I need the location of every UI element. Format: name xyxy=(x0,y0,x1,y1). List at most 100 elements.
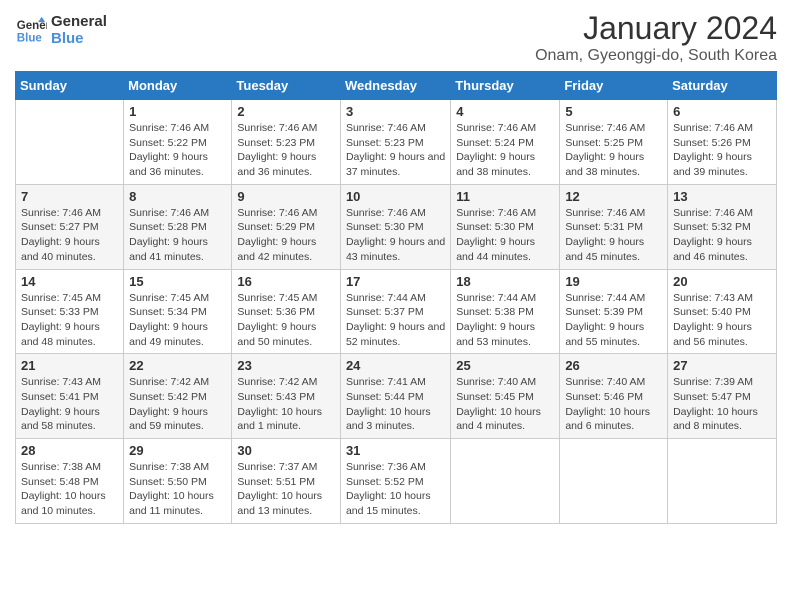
day-info: Sunrise: 7:46 AMSunset: 5:26 PMDaylight:… xyxy=(673,121,771,180)
day-number: 13 xyxy=(673,189,771,204)
page-title: January 2024 xyxy=(535,10,777,47)
calendar-cell xyxy=(16,100,124,185)
day-number: 9 xyxy=(237,189,335,204)
week-row-3: 14Sunrise: 7:45 AMSunset: 5:33 PMDayligh… xyxy=(16,269,777,354)
day-number: 6 xyxy=(673,104,771,119)
day-number: 28 xyxy=(21,443,118,458)
calendar-cell: 26Sunrise: 7:40 AMSunset: 5:46 PMDayligh… xyxy=(560,354,668,439)
day-info: Sunrise: 7:46 AMSunset: 5:25 PMDaylight:… xyxy=(565,121,662,180)
day-number: 7 xyxy=(21,189,118,204)
calendar-cell: 16 Sunrise: 7:45 AMSunset: 5:36 PMDayligh… xyxy=(232,269,341,354)
day-number: 15 xyxy=(129,274,226,289)
calendar-cell: 28 Sunrise: 7:38 AMSunset: 5:48 PMDayligh… xyxy=(16,439,124,524)
day-info: Sunrise: 7:42 AMSunset: 5:42 PMDaylight:… xyxy=(129,375,226,434)
day-number: 10 xyxy=(346,189,445,204)
calendar-cell: 29Sunrise: 7:38 AMSunset: 5:50 PMDayligh… xyxy=(124,439,232,524)
calendar-cell: 22 Sunrise: 7:42 AMSunset: 5:42 PMDayligh… xyxy=(124,354,232,439)
calendar-cell: 5Sunrise: 7:46 AMSunset: 5:25 PMDaylight… xyxy=(560,100,668,185)
calendar-cell: 25 Sunrise: 7:40 AMSunset: 5:45 PMDayligh… xyxy=(451,354,560,439)
calendar-cell: 6 Sunrise: 7:46 AMSunset: 5:26 PMDaylight… xyxy=(668,100,777,185)
day-info: Sunrise: 7:46 AMSunset: 5:32 PMDaylight:… xyxy=(673,206,771,265)
calendar-table: SundayMondayTuesdayWednesdayThursdayFrid… xyxy=(15,71,777,524)
day-info: Sunrise: 7:46 AMSunset: 5:28 PMDaylight:… xyxy=(129,206,226,265)
day-number: 20 xyxy=(673,274,771,289)
calendar-cell: 13 Sunrise: 7:46 AMSunset: 5:32 PMDayligh… xyxy=(668,184,777,269)
calendar-cell xyxy=(668,439,777,524)
day-info: Sunrise: 7:40 AMSunset: 5:45 PMDaylight:… xyxy=(456,375,554,434)
day-number: 24 xyxy=(346,358,445,373)
weekday-header-saturday: Saturday xyxy=(668,72,777,100)
day-info: Sunrise: 7:46 AMSunset: 5:23 PMDaylight:… xyxy=(237,121,335,180)
day-number: 18 xyxy=(456,274,554,289)
weekday-header-row: SundayMondayTuesdayWednesdayThursdayFrid… xyxy=(16,72,777,100)
page-subtitle: Onam, Gyeonggi-do, South Korea xyxy=(535,47,777,65)
weekday-header-monday: Monday xyxy=(124,72,232,100)
day-info: Sunrise: 7:37 AMSunset: 5:51 PMDaylight:… xyxy=(237,460,335,519)
day-number: 19 xyxy=(565,274,662,289)
day-number: 3 xyxy=(346,104,445,119)
calendar-cell: 2 Sunrise: 7:46 AMSunset: 5:23 PMDaylight… xyxy=(232,100,341,185)
logo-text-general: General xyxy=(51,14,107,31)
day-info: Sunrise: 7:38 AMSunset: 5:48 PMDaylight:… xyxy=(21,460,118,519)
day-number: 1 xyxy=(129,104,226,119)
calendar-cell: 30Sunrise: 7:37 AMSunset: 5:51 PMDayligh… xyxy=(232,439,341,524)
day-info: Sunrise: 7:46 AMSunset: 5:30 PMDaylight:… xyxy=(456,206,554,265)
day-number: 12 xyxy=(565,189,662,204)
day-number: 31 xyxy=(346,443,445,458)
week-row-1: 1Sunrise: 7:46 AMSunset: 5:22 PMDaylight… xyxy=(16,100,777,185)
day-info: Sunrise: 7:40 AMSunset: 5:46 PMDaylight:… xyxy=(565,375,662,434)
day-info: Sunrise: 7:44 AMSunset: 5:37 PMDaylight:… xyxy=(346,291,445,350)
week-row-2: 7 Sunrise: 7:46 AMSunset: 5:27 PMDaylight… xyxy=(16,184,777,269)
calendar-cell: 8 Sunrise: 7:46 AMSunset: 5:28 PMDaylight… xyxy=(124,184,232,269)
day-number: 27 xyxy=(673,358,771,373)
week-row-5: 28 Sunrise: 7:38 AMSunset: 5:48 PMDayligh… xyxy=(16,439,777,524)
calendar-cell: 21 Sunrise: 7:43 AMSunset: 5:41 PMDayligh… xyxy=(16,354,124,439)
day-info: Sunrise: 7:44 AMSunset: 5:39 PMDaylight:… xyxy=(565,291,662,350)
calendar-cell: 3Sunrise: 7:46 AMSunset: 5:23 PMDaylight… xyxy=(340,100,450,185)
day-info: Sunrise: 7:46 AMSunset: 5:30 PMDaylight:… xyxy=(346,206,445,265)
weekday-header-friday: Friday xyxy=(560,72,668,100)
calendar-cell: 27Sunrise: 7:39 AMSunset: 5:47 PMDayligh… xyxy=(668,354,777,439)
calendar-cell: 23 Sunrise: 7:42 AMSunset: 5:43 PMDayligh… xyxy=(232,354,341,439)
calendar-cell xyxy=(560,439,668,524)
day-number: 16 xyxy=(237,274,335,289)
day-info: Sunrise: 7:44 AMSunset: 5:38 PMDaylight:… xyxy=(456,291,554,350)
day-number: 17 xyxy=(346,274,445,289)
day-number: 2 xyxy=(237,104,335,119)
day-number: 22 xyxy=(129,358,226,373)
day-info: Sunrise: 7:45 AMSunset: 5:36 PMDaylight:… xyxy=(237,291,335,350)
day-info: Sunrise: 7:45 AMSunset: 5:34 PMDaylight:… xyxy=(129,291,226,350)
calendar-cell: 18 Sunrise: 7:44 AMSunset: 5:38 PMDayligh… xyxy=(451,269,560,354)
weekday-header-tuesday: Tuesday xyxy=(232,72,341,100)
logo-icon: General Blue xyxy=(15,15,47,47)
day-info: Sunrise: 7:46 AMSunset: 5:24 PMDaylight:… xyxy=(456,121,554,180)
day-number: 29 xyxy=(129,443,226,458)
day-number: 14 xyxy=(21,274,118,289)
day-info: Sunrise: 7:46 AMSunset: 5:29 PMDaylight:… xyxy=(237,206,335,265)
weekday-header-wednesday: Wednesday xyxy=(340,72,450,100)
day-number: 21 xyxy=(21,358,118,373)
svg-text:Blue: Blue xyxy=(17,32,43,44)
day-number: 23 xyxy=(237,358,335,373)
calendar-cell: 7 Sunrise: 7:46 AMSunset: 5:27 PMDaylight… xyxy=(16,184,124,269)
day-info: Sunrise: 7:42 AMSunset: 5:43 PMDaylight:… xyxy=(237,375,335,434)
weekday-header-thursday: Thursday xyxy=(451,72,560,100)
day-info: Sunrise: 7:43 AMSunset: 5:41 PMDaylight:… xyxy=(21,375,118,434)
day-number: 25 xyxy=(456,358,554,373)
day-info: Sunrise: 7:46 AMSunset: 5:27 PMDaylight:… xyxy=(21,206,118,265)
logo: General Blue General Blue xyxy=(15,14,107,47)
logo-text-blue: Blue xyxy=(51,31,107,48)
calendar-cell: 4 Sunrise: 7:46 AMSunset: 5:24 PMDaylight… xyxy=(451,100,560,185)
calendar-cell: 17 Sunrise: 7:44 AMSunset: 5:37 PMDayligh… xyxy=(340,269,450,354)
week-row-4: 21 Sunrise: 7:43 AMSunset: 5:41 PMDayligh… xyxy=(16,354,777,439)
title-area: January 2024 Onam, Gyeonggi-do, South Ko… xyxy=(535,10,777,65)
calendar-cell: 24 Sunrise: 7:41 AMSunset: 5:44 PMDayligh… xyxy=(340,354,450,439)
weekday-header-sunday: Sunday xyxy=(16,72,124,100)
day-info: Sunrise: 7:41 AMSunset: 5:44 PMDaylight:… xyxy=(346,375,445,434)
day-number: 4 xyxy=(456,104,554,119)
calendar-cell: 10 Sunrise: 7:46 AMSunset: 5:30 PMDayligh… xyxy=(340,184,450,269)
calendar-cell: 1Sunrise: 7:46 AMSunset: 5:22 PMDaylight… xyxy=(124,100,232,185)
day-number: 8 xyxy=(129,189,226,204)
calendar-cell: 20Sunrise: 7:43 AMSunset: 5:40 PMDayligh… xyxy=(668,269,777,354)
calendar-cell: 9 Sunrise: 7:46 AMSunset: 5:29 PMDaylight… xyxy=(232,184,341,269)
